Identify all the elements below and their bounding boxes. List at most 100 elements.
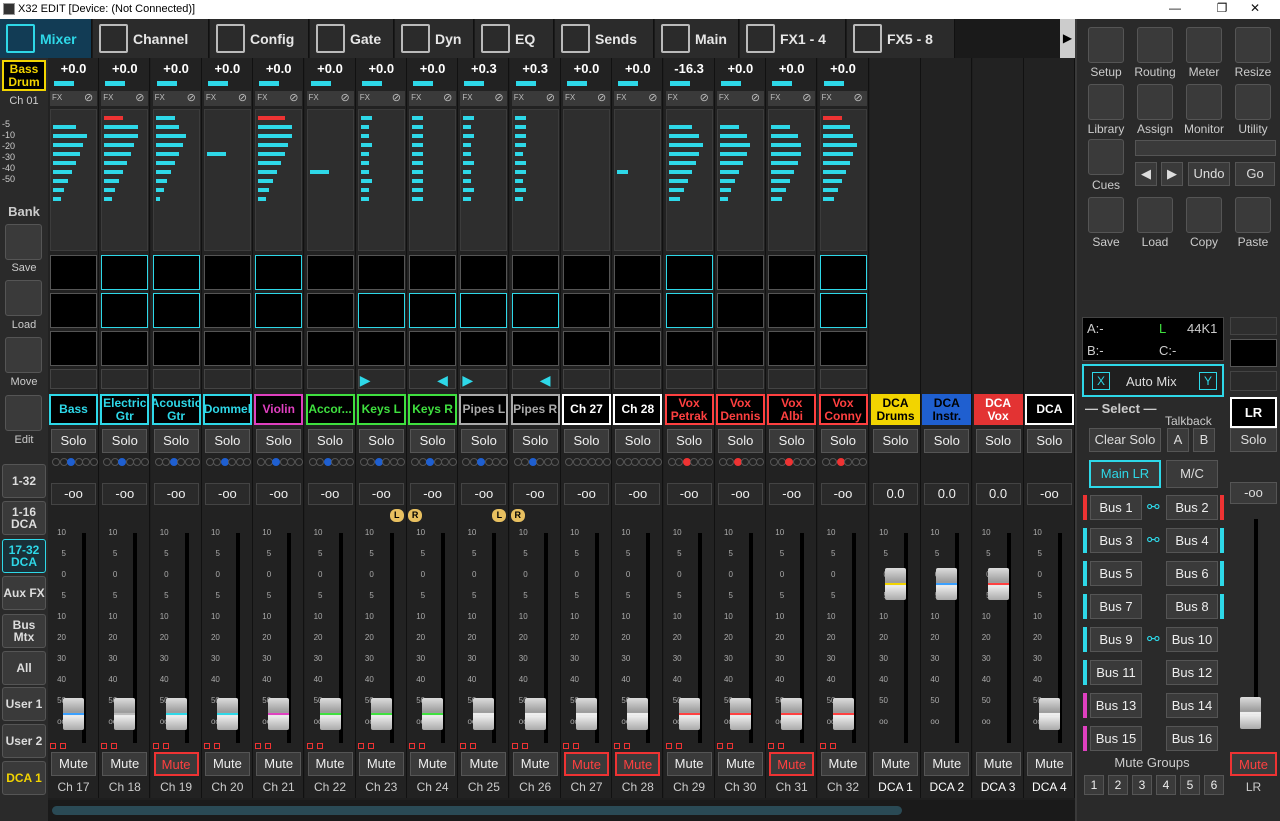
mute-group-3[interactable]: 3 [1132,775,1152,795]
eq-curve-graph[interactable] [101,293,149,328]
bank-button-all[interactable]: All [2,651,46,685]
fader-knob[interactable] [576,698,597,730]
pan-control[interactable] [665,369,713,389]
fx-insert-row[interactable]: FX ⊘ [819,91,867,106]
mute-group-2[interactable]: 2 [1108,775,1128,795]
mute-button[interactable]: Mute [512,752,558,776]
solo-button[interactable]: Solo [820,429,866,453]
eq-curve-graph[interactable] [511,293,559,328]
gain-value[interactable]: +0.0 [564,61,609,81]
bus-button-16[interactable]: Bus 16 [1166,726,1218,751]
solo-button[interactable]: Solo [873,429,918,453]
gain-value[interactable]: +0.0 [102,61,147,81]
eq-meter[interactable] [357,109,405,251]
solo-button[interactable]: Solo [769,429,815,453]
dca-name[interactable]: DCA [1024,394,1074,425]
go-button[interactable]: Go [1235,162,1275,186]
eq-meter[interactable] [460,109,508,251]
eq-meter[interactable] [50,109,97,251]
fader-knob[interactable] [319,698,341,730]
cues-icon[interactable] [1088,139,1124,175]
tab-scroll-right-button[interactable]: ▶ [1060,19,1075,58]
meter-icon[interactable] [1186,27,1222,63]
bus-button-11[interactable]: Bus 11 [1090,660,1142,685]
fx-insert-row[interactable]: FX ⊘ [563,91,610,106]
eq-curve-graph[interactable] [563,293,610,328]
clear-solo-button[interactable]: Clear Solo [1089,428,1161,452]
pan-control[interactable] [716,369,764,389]
pan-control[interactable] [152,369,200,389]
eq-curve-graph[interactable] [409,293,457,328]
dyn-graph[interactable] [101,331,149,366]
routing-icon[interactable] [1137,27,1173,63]
gate-graph[interactable] [511,255,559,290]
fader-knob[interactable] [936,568,958,600]
mute-button[interactable]: Mute [615,752,661,776]
tab-sends[interactable]: Sends [555,19,654,58]
assign-icon[interactable] [1137,84,1173,120]
resize-icon[interactable] [1235,27,1271,63]
phase-icon[interactable]: ⊘ [238,91,247,104]
eq-curve-graph[interactable] [357,293,405,328]
tab-fx1-4[interactable]: FX1 - 4 [740,19,846,58]
fader-knob[interactable] [268,698,290,730]
bus-assign-dots[interactable] [204,456,252,470]
file-save-icon[interactable] [1088,197,1124,233]
fx-insert-row[interactable]: FX ⊘ [101,91,149,106]
fader-knob[interactable] [114,698,136,730]
dyn-graph[interactable] [460,331,508,366]
bank-button-user-2[interactable]: User 2 [2,724,46,758]
bus-button-1[interactable]: Bus 1 [1090,495,1142,520]
fader-knob[interactable] [781,698,803,730]
gate-graph[interactable] [460,255,508,290]
gain-value[interactable]: +0.0 [308,61,353,81]
bus-button-14[interactable]: Bus 14 [1166,693,1218,718]
solo-button[interactable]: Solo [564,429,609,453]
fx-insert-row[interactable]: FX ⊘ [511,91,559,106]
bus-assign-dots[interactable] [460,456,508,470]
mute-button[interactable]: Mute [769,752,815,776]
phase-icon[interactable]: ⊘ [341,91,350,104]
dyn-graph[interactable] [357,331,405,366]
fx-insert-row[interactable]: FX ⊘ [716,91,764,106]
eq-curve-graph[interactable] [306,293,354,328]
phase-icon[interactable]: ⊘ [443,91,452,104]
gate-graph[interactable] [768,255,816,290]
dyn-graph[interactable] [819,331,867,366]
gain-value[interactable]: +0.0 [615,61,660,81]
gate-graph[interactable] [203,255,251,290]
dyn-graph[interactable] [768,331,816,366]
bus-assign-dots[interactable] [768,456,816,470]
bus-assign-dots[interactable] [255,456,303,470]
solo-button[interactable]: Solo [717,429,763,453]
bus-button-7[interactable]: Bus 7 [1090,594,1142,619]
phase-icon[interactable]: ⊘ [494,91,503,104]
file-load-icon[interactable] [1137,197,1173,233]
channel-name[interactable]: Ch 27 [562,394,611,425]
eq-curve-graph[interactable] [203,293,251,328]
fx-insert-row[interactable]: FX ⊘ [409,91,457,106]
maximize-button[interactable]: ❐ [1207,1,1237,18]
phase-icon[interactable]: ⊘ [392,91,401,104]
link-icon[interactable]: ⚯ [1147,498,1160,516]
fader-knob[interactable] [216,698,238,730]
channel-name[interactable]: Electric Gtr [100,394,150,425]
fx-insert-row[interactable]: FX ⊘ [614,91,662,106]
gain-value[interactable]: +0.0 [769,61,814,81]
mute-group-5[interactable]: 5 [1180,775,1200,795]
bus-assign-dots[interactable] [820,456,867,470]
mute-group-4[interactable]: 4 [1156,775,1176,795]
dyn-graph[interactable] [152,331,200,366]
talkback-b-button[interactable]: B [1193,428,1215,452]
mute-button[interactable]: Mute [1026,752,1072,776]
solo-button[interactable]: Solo [256,429,302,453]
bus-assign-dots[interactable] [614,456,662,470]
dyn-graph[interactable] [511,331,559,366]
channel-name[interactable]: Vox Conny [818,394,868,425]
pan-control[interactable] [614,369,662,389]
bus-button-5[interactable]: Bus 5 [1090,561,1142,586]
fader-knob[interactable] [1038,698,1060,730]
pan-control[interactable] [409,369,457,389]
mute-button[interactable]: Mute [204,752,250,776]
bus-button-3[interactable]: Bus 3 [1090,528,1142,553]
